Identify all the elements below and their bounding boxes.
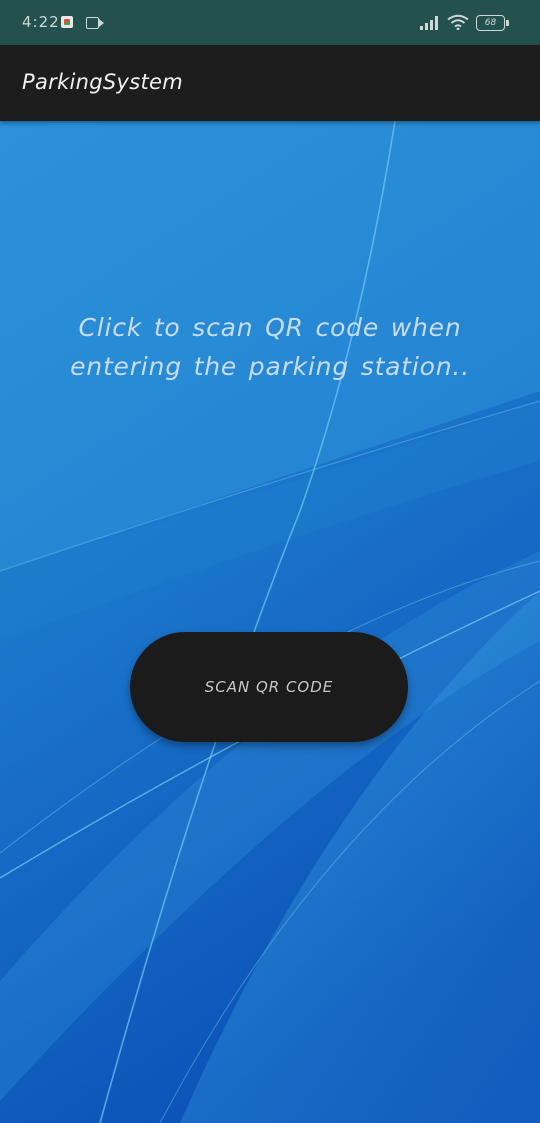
screen: 4:22 68 ParkingSystem Click to scan QR c… — [0, 0, 540, 1123]
video-icon — [86, 17, 104, 29]
battery-icon: 68 — [476, 15, 509, 31]
app-title: ParkingSystem — [22, 70, 184, 94]
status-time: 4:22 — [22, 13, 60, 31]
status-bar: 4:22 68 — [0, 0, 540, 45]
google-app-icon — [61, 16, 73, 28]
scan-qr-code-button-label: SCAN QR CODE — [204, 678, 334, 696]
background-wallpaper — [0, 121, 540, 1123]
app-bar: ParkingSystem — [0, 45, 540, 121]
scan-qr-code-button[interactable]: SCAN QR CODE — [130, 632, 408, 742]
signal-icon — [420, 16, 440, 30]
scan-instruction-text: Click to scan QR code when entering the … — [70, 313, 470, 381]
wifi-icon — [447, 14, 469, 30]
